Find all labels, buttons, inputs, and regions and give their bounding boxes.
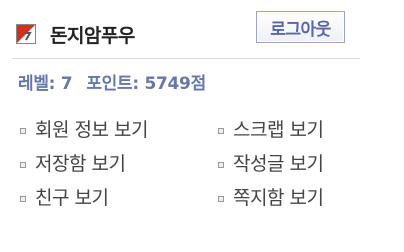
level-text: 레벨: 7 [18, 74, 73, 94]
link-my-posts[interactable]: 작성글 보기 [218, 148, 324, 176]
link-label: 저장함 보기 [35, 152, 126, 175]
points-text: 포인트: 5749점 [86, 74, 206, 94]
username: 돈지암푸우 [50, 25, 135, 47]
link-label: 스크랩 보기 [233, 118, 324, 141]
link-label: 친구 보기 [35, 186, 109, 209]
link-saved[interactable]: 저장함 보기 [20, 148, 126, 176]
link-messages[interactable]: 쪽지함 보기 [218, 182, 324, 210]
bullet-icon [218, 127, 224, 134]
link-scrap[interactable]: 스크랩 보기 [218, 114, 324, 142]
bullet-icon [218, 195, 224, 202]
link-label: 작성글 보기 [233, 152, 324, 175]
logout-button[interactable]: 로그아웃 [256, 11, 345, 43]
link-label: 쪽지함 보기 [233, 186, 324, 209]
bullet-icon [20, 127, 26, 134]
link-friends[interactable]: 친구 보기 [20, 182, 109, 210]
bullet-icon [20, 161, 26, 168]
user-badge-icon [16, 24, 36, 44]
bullet-icon [20, 195, 26, 202]
member-stats: 레벨: 7 포인트: 5749점 [18, 69, 206, 94]
link-label: 회원 정보 보기 [35, 118, 148, 141]
link-member-info[interactable]: 회원 정보 보기 [20, 114, 148, 142]
bullet-icon [218, 161, 224, 168]
member-header: 돈지암푸우 로그아웃 [12, 10, 360, 59]
member-panel: 돈지암푸우 로그아웃 레벨: 7 포인트: 5749점 회원 정보 보기 스크랩 … [0, 0, 404, 252]
